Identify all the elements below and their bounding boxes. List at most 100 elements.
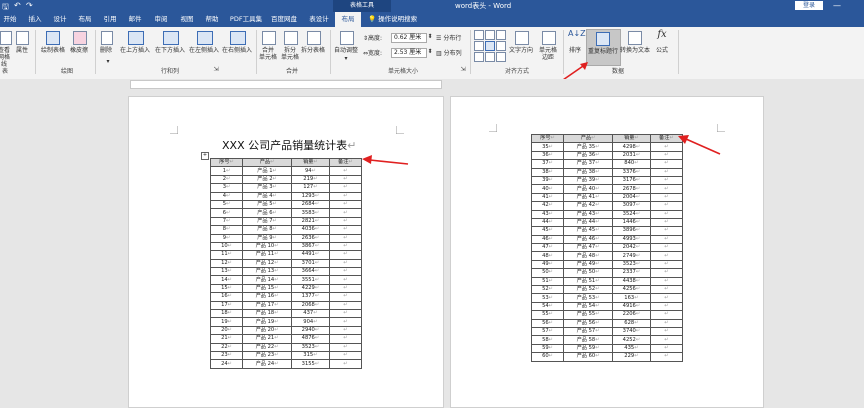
table-cell[interactable]: 产品 50↵ — [563, 268, 614, 278]
table-row[interactable]: 38↵ 产品 38↵ 3376↵ ↵ — [530, 167, 684, 177]
table-cell[interactable]: ↵ — [649, 301, 684, 312]
table-cell[interactable]: 18↵ — [209, 309, 244, 319]
table-row[interactable]: 37↵ 产品 37↵ 840↵ ↵ — [530, 159, 684, 169]
table-cell[interactable]: 4876↵ — [291, 334, 330, 344]
table-cell[interactable]: 13↵ — [209, 267, 244, 277]
align-middle-left-icon[interactable] — [474, 41, 484, 51]
align-bottom-left-icon[interactable] — [474, 52, 484, 62]
table-cell[interactable]: 3523↵ — [291, 342, 330, 353]
table-cell[interactable]: 产品 24↵ — [242, 359, 293, 369]
align-middle-center-icon[interactable] — [485, 41, 495, 51]
split-cells-icon[interactable] — [284, 31, 298, 45]
table-cell[interactable]: ↵ — [328, 275, 363, 285]
table-cell[interactable]: 23↵ — [209, 350, 244, 361]
table-cell[interactable]: 4036↵ — [291, 225, 330, 235]
autofit-icon[interactable] — [340, 31, 354, 45]
table-cell[interactable]: 2068↵ — [291, 300, 330, 311]
repeat-header-rows-icon[interactable] — [596, 32, 610, 46]
table-row[interactable]: 21↵ 产品 21↵ 4876↵ ↵ — [209, 334, 363, 344]
table-cell[interactable]: 44↵ — [530, 217, 565, 228]
table-cell[interactable]: ↵ — [328, 350, 363, 361]
table-cell[interactable]: 58↵ — [530, 335, 565, 345]
tell-me-search[interactable]: 💡 操作说明搜索 — [368, 12, 417, 27]
table-cell[interactable]: 产品 3↵ — [242, 183, 293, 193]
tab-review[interactable]: 审阅 — [150, 12, 172, 27]
table-cell[interactable]: ↵ — [649, 310, 684, 320]
table-cell[interactable]: 产品 51↵ — [563, 276, 614, 287]
table-row[interactable]: 47↵ 产品 47↵ 2042↵ ↵ — [530, 243, 684, 253]
table-cell[interactable]: ↵ — [649, 335, 684, 345]
minimize-button[interactable]: — — [833, 0, 841, 11]
eraser-button[interactable]: 橡皮擦 — [67, 47, 91, 54]
table-cell[interactable]: 15↵ — [209, 283, 244, 294]
table-cell[interactable]: 22↵ — [209, 342, 244, 353]
table-row[interactable]: 18↵ 产品 18↵ 437↵ ↵ — [209, 309, 363, 319]
table-cell[interactable]: 产品 40↵ — [563, 184, 614, 194]
table-cell[interactable]: 3701↵ — [291, 258, 330, 269]
table-row[interactable]: 42↵ 产品 42↵ 3097↵ ↵ — [530, 201, 684, 211]
convert-to-text-button[interactable]: 转换为文本 — [618, 47, 652, 54]
row-height-input[interactable]: 0.62 厘米 — [391, 33, 427, 43]
table-cell[interactable]: 产品 4↵ — [242, 191, 293, 201]
column-width-input[interactable]: 2.53 厘米 — [391, 48, 427, 58]
table-cell[interactable]: 628↵ — [612, 318, 651, 329]
table-cell[interactable]: 437↵ — [291, 309, 330, 319]
view-gridlines-icon[interactable] — [0, 31, 12, 45]
table-cell[interactable]: 产品 11↵ — [242, 250, 293, 260]
table-row[interactable]: 7↵ 产品 7↵ 2821↵ ↵ — [209, 216, 363, 227]
table-cell[interactable]: 产品 43↵ — [563, 209, 614, 219]
table-cell[interactable]: 产品 10↵ — [242, 241, 293, 252]
table-cell[interactable]: 产品 16↵ — [242, 292, 293, 302]
table-cell[interactable]: 产品 1↵ — [242, 166, 293, 176]
table-cell[interactable]: 2↵ — [209, 174, 244, 185]
header-cell[interactable]: 备注↵ — [328, 157, 363, 168]
table-row[interactable]: 54↵ 产品 54↵ 4916↵ ↵ — [530, 301, 684, 312]
redo-icon[interactable]: ↷ — [26, 1, 33, 10]
repeat-header-rows-button[interactable]: 重复标题行 — [586, 48, 620, 55]
table-cell[interactable]: 49↵ — [530, 259, 565, 270]
table-row[interactable]: 44↵ 产品 44↵ 1446↵ ↵ — [530, 217, 684, 228]
insert-above-icon[interactable] — [128, 31, 144, 45]
table-row[interactable]: 2↵ 产品 2↵ 219↵ ↵ — [209, 174, 363, 185]
table-cell[interactable]: 产品 49↵ — [563, 259, 614, 270]
table-cell[interactable]: 43↵ — [530, 209, 565, 219]
table-cell[interactable]: 产品 23↵ — [242, 350, 293, 361]
insert-left-icon[interactable] — [197, 31, 213, 45]
cell-margins-button[interactable]: 单元格 边距 — [536, 47, 560, 61]
table-cell[interactable]: 产品 47↵ — [563, 243, 614, 253]
table-cell[interactable]: 2206↵ — [612, 310, 651, 320]
table-cell[interactable]: 20↵ — [209, 325, 244, 336]
split-cells-button[interactable]: 拆分 单元格 — [279, 47, 301, 61]
table-row[interactable]: 6↵ 产品 6↵ 3583↵ ↵ — [209, 208, 363, 218]
table-cell[interactable]: ↵ — [328, 225, 363, 235]
table-cell[interactable]: 53↵ — [530, 293, 565, 303]
table-cell[interactable]: 17↵ — [209, 300, 244, 311]
table-row[interactable]: 57↵ 产品 57↵ 3740↵ ↵ — [530, 326, 684, 337]
tab-references[interactable]: 引用 — [99, 12, 121, 27]
align-bottom-right-icon[interactable] — [496, 52, 506, 62]
table-cell[interactable]: 4252↵ — [612, 335, 651, 345]
table-cell[interactable]: 4↵ — [209, 191, 244, 201]
table-cell[interactable]: ↵ — [328, 250, 363, 260]
table-cell[interactable]: 3155↵ — [291, 359, 330, 369]
table-cell[interactable]: 904↵ — [291, 317, 330, 327]
table-cell[interactable]: ↵ — [328, 174, 363, 185]
table-header-row[interactable]: 序号↵ 产品↵ 销量↵ 备注↵ — [209, 157, 363, 168]
table-cell[interactable]: 产品 9↵ — [242, 233, 293, 243]
header-cell[interactable]: 产品↵ — [563, 133, 614, 144]
table-cell[interactable]: 产品 20↵ — [242, 325, 293, 336]
table-cell[interactable]: 6↵ — [209, 208, 244, 218]
cell-size-dialog-launcher-icon[interactable]: ⇲ — [460, 66, 466, 73]
table-row[interactable]: 55↵ 产品 55↵ 2206↵ ↵ — [530, 310, 684, 320]
table-row[interactable]: 17↵ 产品 17↵ 2068↵ ↵ — [209, 300, 363, 311]
table-cell[interactable]: 产品 13↵ — [242, 267, 293, 277]
header-cell[interactable]: 序号↵ — [209, 157, 244, 168]
sort-icon[interactable]: A↓Z — [568, 29, 586, 38]
table-cell[interactable]: 16↵ — [209, 292, 244, 302]
table-row[interactable]: 20↵ 产品 20↵ 2940↵ ↵ — [209, 325, 363, 336]
table-cell[interactable]: 2749↵ — [612, 251, 651, 261]
table-cell[interactable]: 产品 14↵ — [242, 275, 293, 285]
table-cell[interactable]: ↵ — [328, 267, 363, 277]
table-cell[interactable]: 51↵ — [530, 276, 565, 287]
table-cell[interactable]: 1446↵ — [612, 217, 651, 228]
